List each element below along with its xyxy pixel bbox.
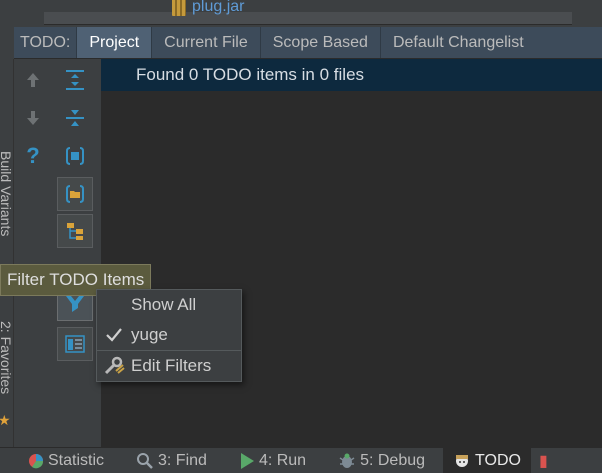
file-name: plug.jar <box>192 0 245 15</box>
bottom-tool-bar: Statistic 3: Find 4: Run 5: Debug TODO ▮ <box>0 447 602 473</box>
favorites-tab[interactable]: 2: Favorites <box>0 321 14 394</box>
tooltip-text: Filter TODO Items <box>7 270 145 289</box>
arrow-down-icon <box>27 111 39 125</box>
menu-item-show-all[interactable]: Show All <box>97 290 241 320</box>
arrow-up-icon <box>27 73 39 87</box>
bottom-tab-label: Statistic <box>48 451 105 469</box>
expand-all-icon <box>66 70 84 90</box>
menu-item-label: Edit Filters <box>131 356 212 375</box>
horizontal-scrollbar[interactable] <box>44 12 572 25</box>
file-item-plug-jar[interactable]: plug.jar <box>172 0 244 18</box>
star-icon: ★ <box>0 412 11 428</box>
toolbar-right-column <box>57 59 97 447</box>
todo-summary-text: Found 0 TODO items in 0 files <box>136 65 365 84</box>
left-tool-strip: Build Variants 2: Favorites ★ <box>0 59 14 447</box>
toolbar-left-column: ? <box>15 59 55 447</box>
package-icon <box>66 185 84 203</box>
bottom-tab-label: TODO <box>475 451 521 469</box>
group-by-module-button[interactable] <box>57 139 93 173</box>
menu-item-label: yuge <box>131 325 168 344</box>
bottom-tab-run[interactable]: 4: Run <box>217 448 316 473</box>
filter-icon <box>66 296 84 312</box>
jar-file-icon <box>172 0 186 16</box>
todo-summary-row[interactable]: Found 0 TODO items in 0 files <box>101 59 602 91</box>
bottom-tab-debug[interactable]: 5: Debug <box>316 448 435 473</box>
group-by-package-button[interactable] <box>57 177 93 211</box>
bottom-tab-find[interactable]: 3: Find <box>114 448 217 473</box>
tab-current-file[interactable]: Current File <box>151 27 260 58</box>
bottom-tab-label: 5: Debug <box>360 451 426 469</box>
next-item-button[interactable] <box>15 101 51 135</box>
menu-item-edit-filters[interactable]: Edit Filters <box>97 351 241 381</box>
tab-project[interactable]: Project <box>76 27 152 58</box>
menu-item-label: Show All <box>131 295 197 314</box>
todo-tool-window: plug.jar TODO: Project Current File Scop… <box>0 0 602 473</box>
overflow-icon: ▮ <box>538 452 548 470</box>
find-icon <box>137 452 153 469</box>
previous-item-button[interactable] <box>15 63 51 97</box>
preview-button[interactable] <box>57 327 93 361</box>
filter-menu: Show All yuge Edit Filters <box>96 289 242 382</box>
expand-all-button[interactable] <box>57 63 93 97</box>
tab-default-changelist[interactable]: Default Changelist <box>379 27 536 58</box>
preview-icon <box>65 335 85 353</box>
help-button[interactable]: ? <box>15 139 51 173</box>
bottom-tab-todo[interactable]: TODO <box>443 447 531 473</box>
module-icon <box>66 147 84 165</box>
todo-tab-bar: TODO: Project Current File Scope Based D… <box>14 27 602 59</box>
project-tree-strip: plug.jar <box>0 0 602 26</box>
todo-results-panel: Found 0 TODO items in 0 files <box>101 59 602 447</box>
help-icon: ? <box>26 143 40 168</box>
menu-item-yuge[interactable]: yuge <box>97 320 241 350</box>
bottom-tab-statistic[interactable]: Statistic <box>0 448 114 473</box>
wrench-icon <box>97 356 131 376</box>
checkmark-icon <box>97 328 131 342</box>
collapse-all-button[interactable] <box>57 101 93 135</box>
flatten-packages-icon <box>67 223 83 240</box>
tab-scope-based[interactable]: Scope Based <box>259 27 380 58</box>
collapse-all-icon <box>66 110 84 126</box>
run-icon <box>240 452 254 469</box>
bottom-tab-label: 3: Find <box>158 451 207 469</box>
todo-icon <box>456 454 469 467</box>
debug-icon <box>339 453 355 468</box>
build-variants-tab[interactable]: Build Variants <box>0 151 14 236</box>
bottom-tab-label: 4: Run <box>258 451 307 469</box>
tab-bar-prefix: TODO: <box>20 33 71 51</box>
statistic-icon <box>29 453 44 468</box>
flatten-packages-button[interactable] <box>57 214 93 248</box>
